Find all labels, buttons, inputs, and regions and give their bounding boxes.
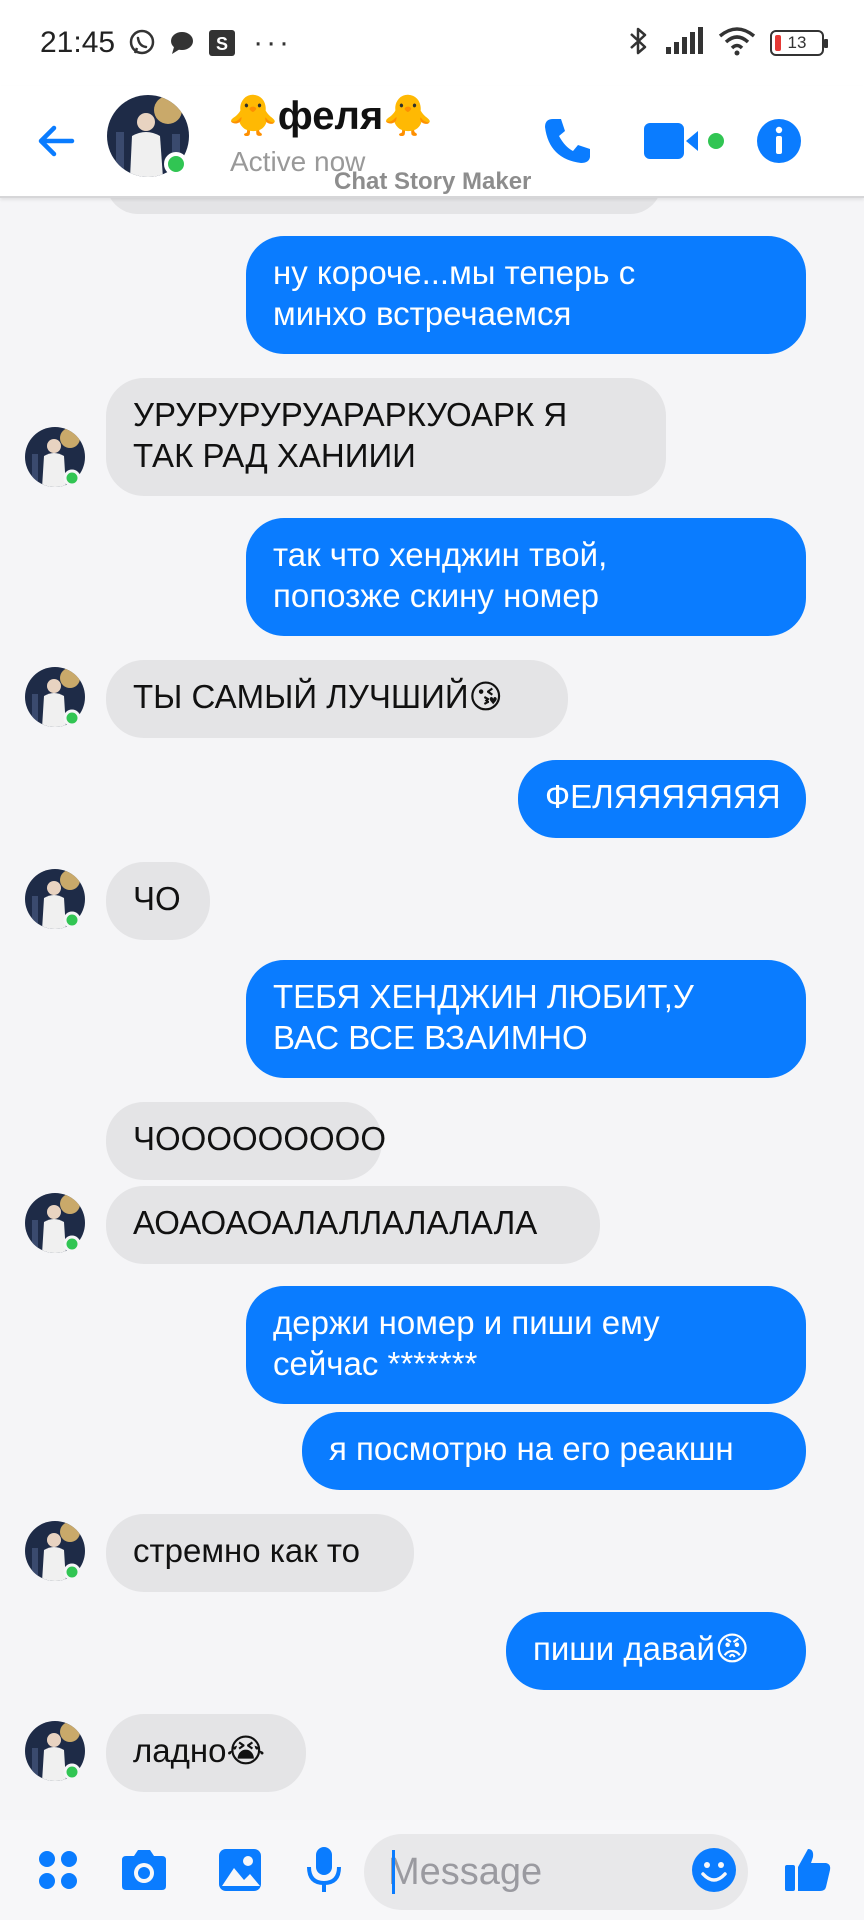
viber-icon: [127, 28, 157, 58]
contact-avatar[interactable]: [24, 1720, 86, 1782]
message-bubble-outgoing[interactable]: пиши давай😡: [506, 1612, 806, 1690]
thumbs-up-icon: [785, 1849, 831, 1891]
contact-avatar[interactable]: [24, 666, 86, 728]
microphone-button[interactable]: [296, 1842, 352, 1898]
signal-icon: [664, 26, 704, 60]
video-camera-icon: [644, 123, 724, 159]
message-bubble-incoming[interactable]: ЧО: [106, 862, 210, 940]
s-app-icon: S: [207, 28, 237, 58]
video-call-button[interactable]: [642, 110, 732, 172]
info-icon: [757, 119, 801, 163]
message-list: ну короче...мы теперь с минхо встречаемс…: [0, 0, 864, 1920]
message-composer: [0, 1820, 864, 1920]
conversation-header: 🐥феля🐥 Active now Chat Story Maker: [0, 86, 864, 198]
message-bubble-outgoing[interactable]: ФЕЛЯЯЯЯЯЯЯ: [518, 760, 806, 838]
message-bubble-incoming[interactable]: АОАОАОАЛАЛЛАЛАЛАЛА: [106, 1186, 600, 1264]
contact-name[interactable]: 🐥феля🐥: [228, 92, 433, 139]
status-bar: 21:45 S ··· 13: [0, 0, 864, 86]
text-cursor: [392, 1850, 395, 1894]
angry-emoji: 😡: [714, 1629, 750, 1668]
apps-icon: [39, 1851, 77, 1889]
message-bubble-outgoing[interactable]: так что хенджин твой, попозже скину номе…: [246, 518, 806, 636]
info-button[interactable]: [748, 110, 810, 172]
contact-avatar[interactable]: [24, 1192, 86, 1254]
battery-fill: [775, 35, 781, 51]
contact-avatar[interactable]: [24, 1520, 86, 1582]
message-bubble-incoming[interactable]: УРУРУРУРУАРАРКУОАРК Я ТАК РАД ХАНИИИ: [106, 378, 666, 496]
emoji-icon: [692, 1848, 736, 1892]
camera-icon: [122, 1850, 166, 1890]
message-bubble-outgoing[interactable]: ну короче...мы теперь с минхо встречаемс…: [246, 236, 806, 354]
message-bubble-outgoing[interactable]: держи номер и пиши ему сейчас *******: [246, 1286, 806, 1404]
more-notifications-icon: ···: [253, 26, 293, 59]
chat-icon: [167, 28, 197, 58]
kiss-emoji: 😘: [468, 677, 503, 716]
contact-avatar-header[interactable]: [106, 94, 190, 178]
message-bubble-outgoing[interactable]: ТЕБЯ ХЕНДЖИН ЛЮБИТ,У ВАС ВСЕ ВЗАИМНО: [246, 960, 806, 1078]
phone-icon: [545, 119, 590, 163]
svg-text:S: S: [216, 34, 228, 54]
camera-button[interactable]: [116, 1842, 172, 1898]
apps-button[interactable]: [30, 1842, 86, 1898]
gallery-button[interactable]: [212, 1842, 268, 1898]
microphone-icon: [307, 1847, 341, 1892]
back-arrow-icon[interactable]: [32, 116, 82, 166]
bluetooth-icon: [626, 25, 650, 62]
voice-call-button[interactable]: [536, 110, 598, 172]
thumbs-up-button[interactable]: [780, 1842, 836, 1898]
message-bubble-outgoing[interactable]: я посмотрю на его реакшн: [302, 1412, 806, 1490]
crying-emoji: 😭: [226, 1731, 266, 1770]
battery-icon: 13: [770, 30, 828, 56]
status-time: 21:45: [40, 26, 116, 59]
gallery-icon: [219, 1849, 261, 1891]
message-bubble-incoming[interactable]: ЧООООООООО: [106, 1102, 386, 1180]
wifi-icon: [718, 26, 756, 61]
contact-avatar[interactable]: [24, 426, 86, 488]
message-bubble-incoming[interactable]: стремно как то: [106, 1514, 414, 1592]
emoji-button[interactable]: [686, 1842, 742, 1898]
watermark-text: Chat Story Maker: [334, 168, 532, 195]
message-bubble-incoming[interactable]: ТЫ САМЫЙ ЛУЧШИЙ😘: [106, 660, 568, 738]
message-bubble-incoming[interactable]: ладно😭: [106, 1714, 306, 1792]
battery-level: 13: [787, 33, 807, 52]
contact-avatar[interactable]: [24, 868, 86, 930]
